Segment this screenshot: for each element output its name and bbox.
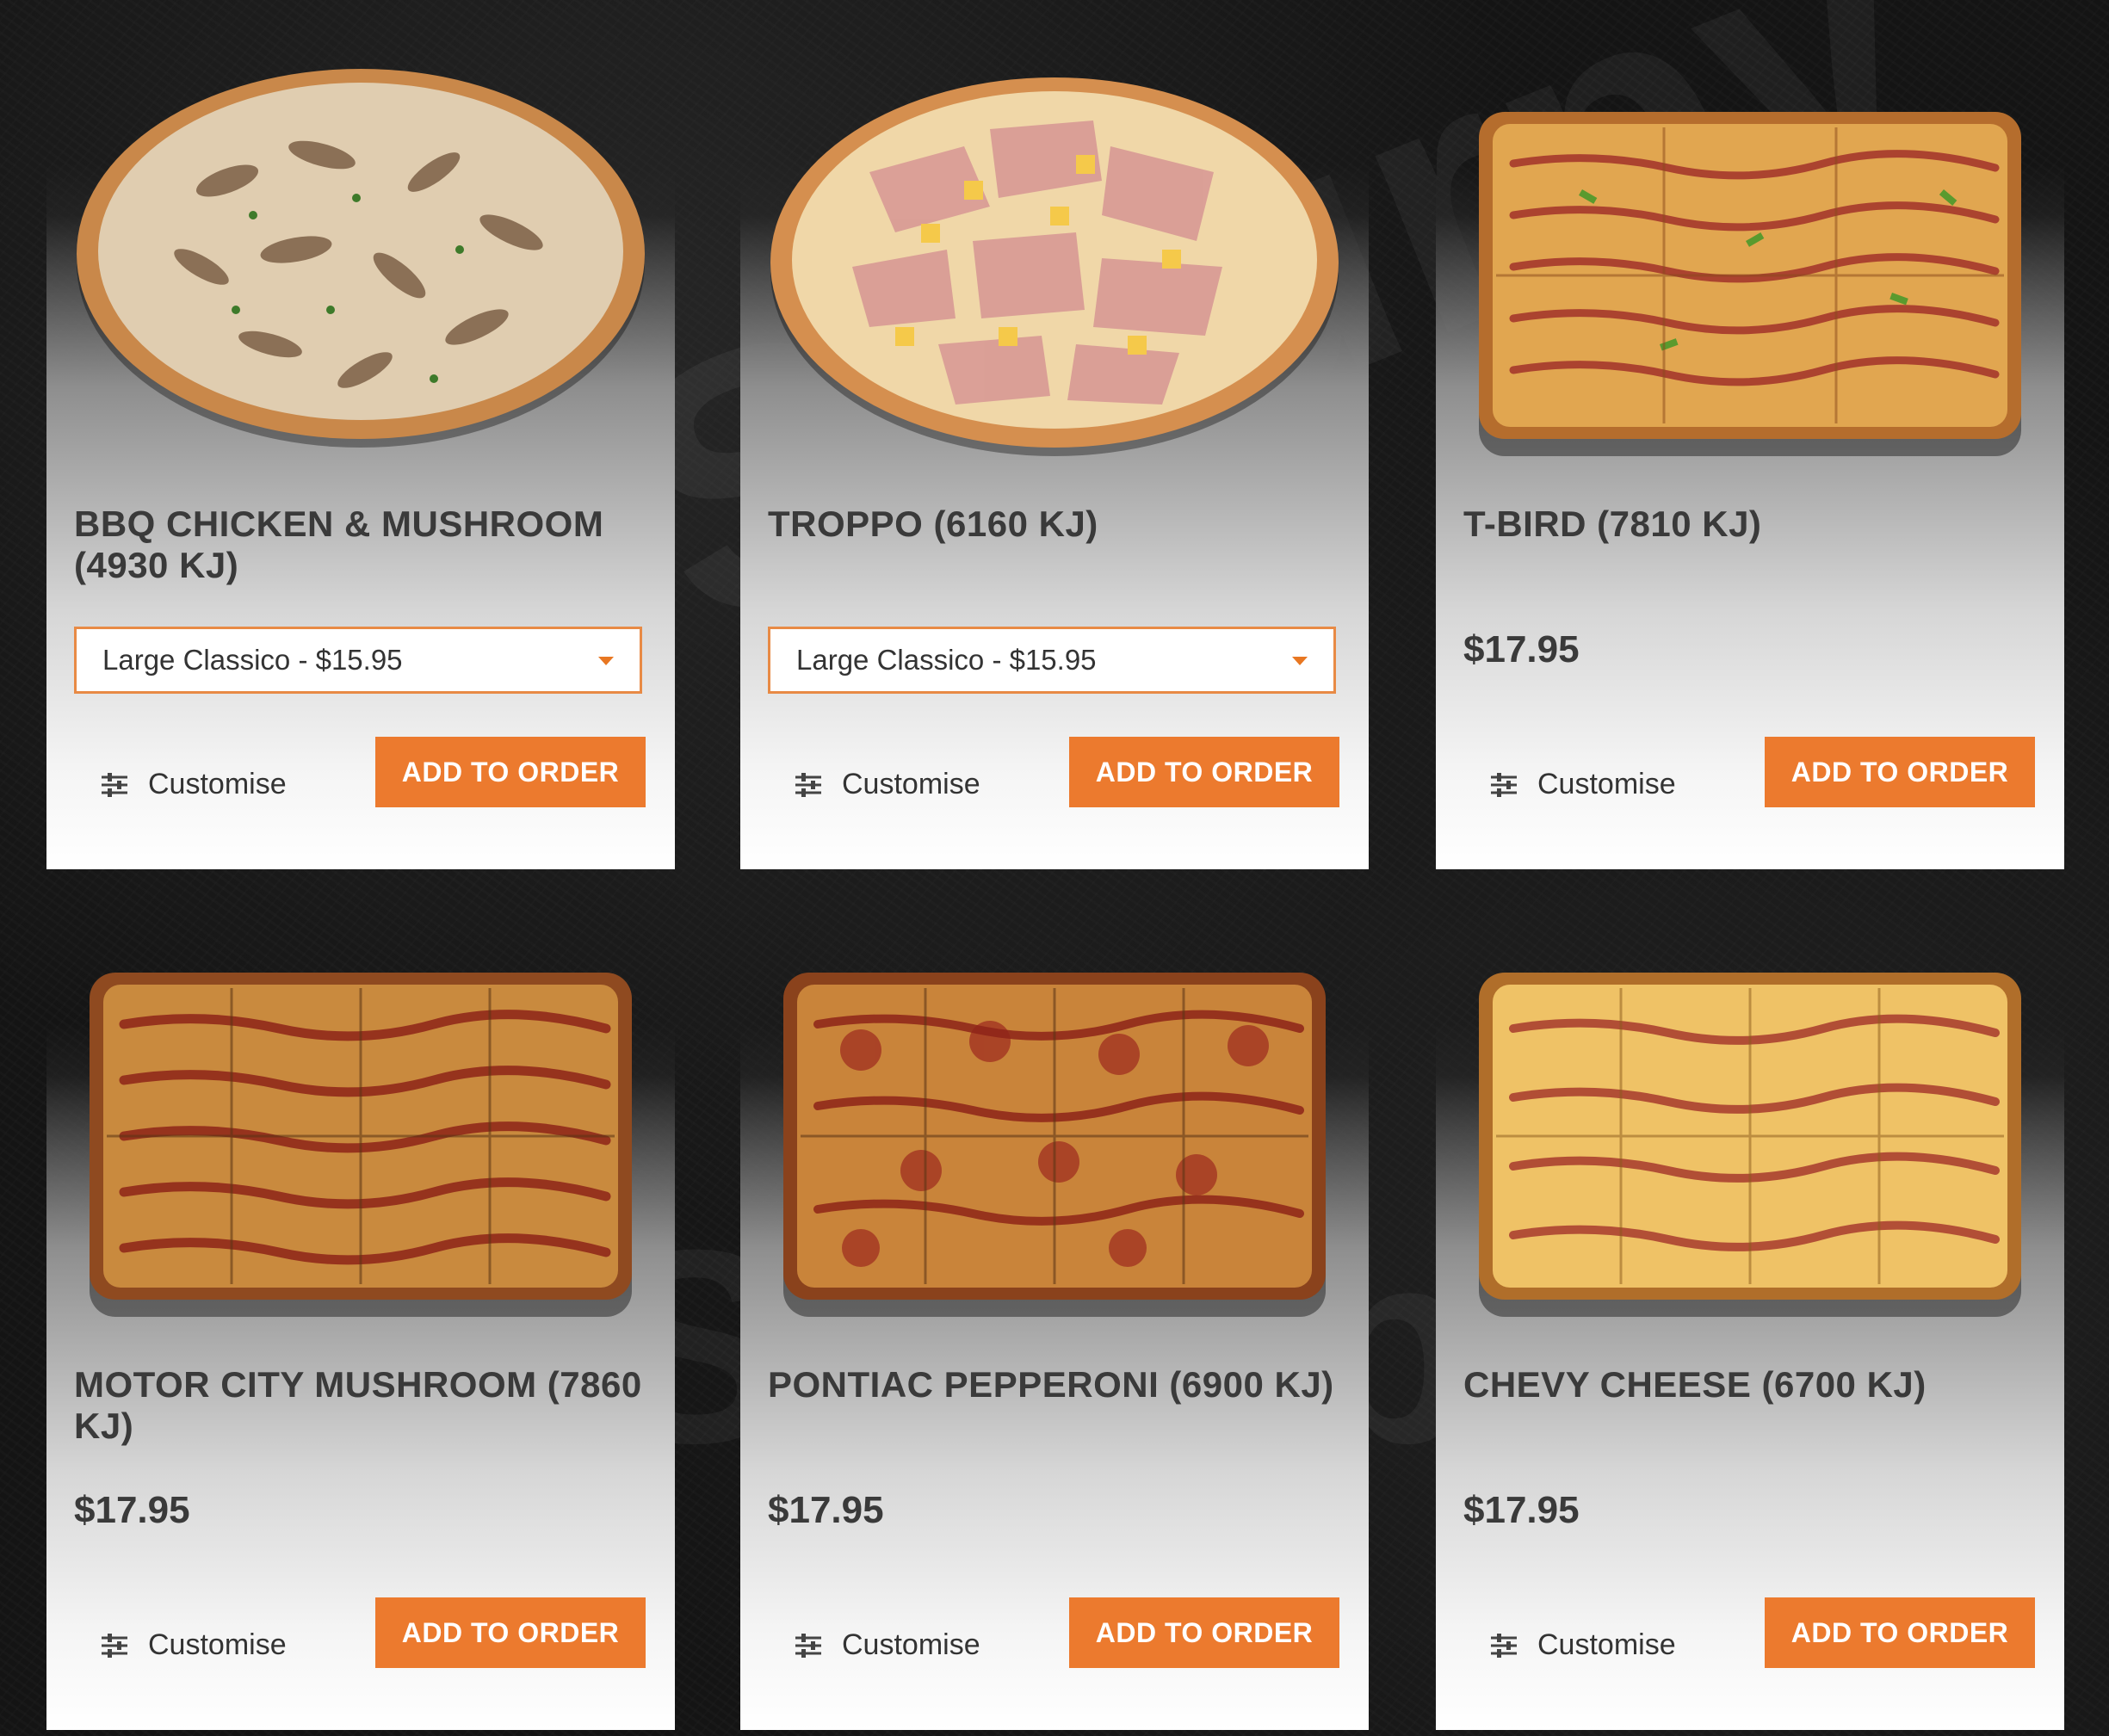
add-to-order-button[interactable]: Add to order	[1069, 737, 1339, 807]
pizza-card-troppo: Troppo (6160 KJ) Large Classico - $15.95…	[740, 34, 1369, 869]
chevron-down-icon	[598, 657, 614, 665]
customise-button[interactable]: Customise	[100, 1628, 287, 1662]
customise-button[interactable]: Customise	[100, 768, 287, 801]
square-pizza-image	[1462, 52, 2038, 465]
customise-label: Customise	[1537, 1628, 1676, 1661]
pizza-price: $17.95	[768, 1489, 884, 1531]
pizza-card-t-bird: T-Bird (7810 KJ) $17.95 Customise Add to…	[1436, 34, 2064, 869]
pizza-price: $17.95	[1463, 1489, 1580, 1531]
pizza-card-bbq-chicken-mushroom: BBQ Chicken & Mushroom (4930 KJ) Large C…	[46, 34, 675, 869]
sliders-icon	[100, 1633, 129, 1659]
round-pizza-image	[766, 52, 1343, 465]
add-to-order-button[interactable]: Add to order	[375, 1597, 646, 1668]
square-pizza-image	[72, 912, 649, 1325]
square-pizza-image	[1462, 912, 2038, 1325]
customise-button[interactable]: Customise	[794, 768, 980, 801]
pizza-card-motor-city-mushroom: Motor City Mushroom (7860 KJ) $17.95 Cus…	[46, 895, 675, 1730]
add-to-order-button[interactable]: Add to order	[1765, 1597, 2035, 1668]
customise-label: Customise	[842, 768, 980, 800]
sliders-icon	[1489, 772, 1518, 798]
pizza-name: Chevy Cheese (6700 KJ)	[1463, 1364, 1927, 1405]
pizza-name: Troppo (6160 KJ)	[768, 504, 1098, 544]
add-to-order-button[interactable]: Add to order	[375, 737, 646, 807]
sliders-icon	[794, 772, 823, 798]
add-to-order-button[interactable]: Add to order	[1069, 1597, 1339, 1668]
customise-label: Customise	[148, 768, 287, 800]
customise-button[interactable]: Customise	[794, 1628, 980, 1662]
size-select[interactable]: Large Classico - $15.95	[768, 627, 1336, 694]
pizza-name: T-Bird (7810 KJ)	[1463, 504, 1762, 544]
pizza-name: Motor City Mushroom (7860 KJ)	[74, 1364, 642, 1446]
pizza-card-chevy-cheese: Chevy Cheese (6700 KJ) $17.95 Customise …	[1436, 895, 2064, 1730]
customise-button[interactable]: Customise	[1489, 1628, 1676, 1662]
chevron-down-icon	[1292, 657, 1308, 665]
customise-label: Customise	[148, 1628, 287, 1661]
round-pizza-image	[72, 52, 649, 465]
pizza-price: $17.95	[74, 1489, 190, 1531]
square-pizza-image	[766, 912, 1343, 1325]
sliders-icon	[1489, 1633, 1518, 1659]
pizza-price: $17.95	[1463, 628, 1580, 670]
pizza-name: Pontiac Pepperoni (6900 KJ)	[768, 1364, 1334, 1405]
size-select[interactable]: Large Classico - $15.95	[74, 627, 642, 694]
customise-label: Customise	[1537, 768, 1676, 800]
customise-label: Customise	[842, 1628, 980, 1661]
add-to-order-button[interactable]: Add to order	[1765, 737, 2035, 807]
size-select-value: Large Classico - $15.95	[102, 644, 403, 676]
sliders-icon	[100, 772, 129, 798]
pizza-card-pontiac-pepperoni: Pontiac Pepperoni (6900 KJ) $17.95 Custo…	[740, 895, 1369, 1730]
customise-button[interactable]: Customise	[1489, 768, 1676, 801]
size-select-value: Large Classico - $15.95	[796, 644, 1097, 676]
pizza-name: BBQ Chicken & Mushroom (4930 KJ)	[74, 504, 604, 585]
sliders-icon	[794, 1633, 823, 1659]
